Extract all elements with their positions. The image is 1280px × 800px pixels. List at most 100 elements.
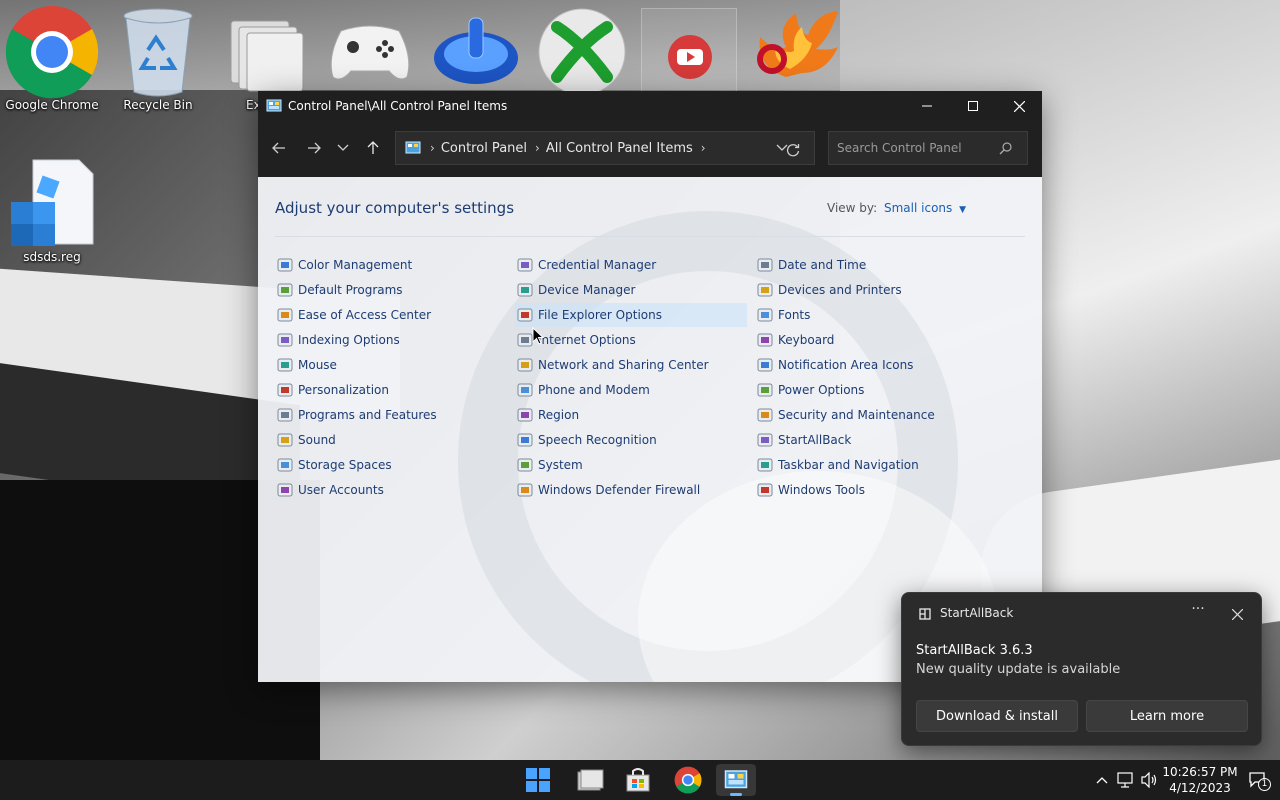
taskbar-file-explorer[interactable] — [570, 764, 610, 796]
taskbar-store[interactable] — [618, 764, 658, 796]
show-hidden-icons-button[interactable] — [1092, 770, 1112, 790]
recent-locations-button[interactable] — [330, 133, 356, 163]
cp-item-label: Keyboard — [778, 333, 835, 347]
clock-date: 4/12/2023 — [1169, 781, 1231, 795]
chevron-right-icon[interactable]: › — [535, 141, 540, 155]
volume-button[interactable] — [1140, 770, 1160, 790]
cp-item-startallback[interactable]: StartAllBack — [755, 428, 987, 452]
cp-item-credential-manager[interactable]: Credential Manager — [515, 253, 747, 277]
cp-item-sound[interactable]: Sound — [275, 428, 507, 452]
close-button[interactable] — [996, 91, 1042, 121]
toast-more-button[interactable]: ··· — [1186, 601, 1210, 625]
arrow-right-icon — [308, 142, 321, 154]
desktop-icon-recycle-bin[interactable]: Recycle Bin — [110, 4, 206, 112]
credential-manager-icon — [517, 258, 533, 272]
arrow-up-icon — [367, 141, 379, 154]
speech-recognition-icon — [517, 433, 533, 447]
back-button[interactable] — [264, 133, 294, 163]
network-button[interactable] — [1116, 770, 1136, 790]
refresh-button[interactable] — [786, 142, 804, 160]
toast-app-name: StartAllBack — [940, 606, 1014, 620]
cp-item-taskbar-and-navigation[interactable]: Taskbar and Navigation — [755, 453, 987, 477]
cp-item-power-options[interactable]: Power Options — [755, 378, 987, 402]
file-explorer-icon — [577, 769, 604, 791]
cp-item-devices-and-printers[interactable]: Devices and Printers — [755, 278, 987, 302]
desktop-icon-xbox[interactable] — [534, 4, 630, 98]
cp-item-indexing-options[interactable]: Indexing Options — [275, 328, 507, 352]
address-bar[interactable]: › Control Panel › All Control Panel Item… — [395, 131, 815, 165]
desktop-icon-google-chrome[interactable]: Google Chrome — [4, 4, 100, 112]
cp-item-windows-tools[interactable]: Windows Tools — [755, 478, 987, 502]
control-panel-icon — [405, 141, 421, 154]
cp-item-notification-area-icons[interactable]: Notification Area Icons — [755, 353, 987, 377]
user-accounts-icon — [277, 483, 293, 497]
page-heading: Adjust your computer's settings — [275, 199, 515, 217]
cp-item-ease-of-access-center[interactable]: Ease of Access Center — [275, 303, 507, 327]
maximize-button[interactable] — [950, 91, 996, 121]
personalization-icon — [277, 383, 293, 397]
close-icon — [1013, 100, 1025, 112]
cp-item-windows-defender-firewall[interactable]: Windows Defender Firewall — [515, 478, 747, 502]
startallback-notification[interactable]: StartAllBack ··· StartAllBack 3.6.3 New … — [901, 592, 1262, 746]
region-icon — [517, 408, 533, 422]
desktop-icon-phoenix[interactable] — [746, 4, 842, 98]
learn-more-button[interactable]: Learn more — [1086, 700, 1248, 732]
cp-item-label: Network and Sharing Center — [538, 358, 709, 372]
breadcrumb-control-panel[interactable]: Control Panel — [441, 141, 527, 156]
startallback-icon — [757, 433, 773, 447]
title-bar[interactable]: Control Panel\All Control Panel Items — [258, 91, 1042, 121]
download-install-button[interactable]: Download & install — [916, 700, 1078, 732]
cp-item-speech-recognition[interactable]: Speech Recognition — [515, 428, 747, 452]
taskbar-clock[interactable]: 10:26:57 PM 4/12/2023 — [1160, 764, 1240, 796]
start-button[interactable] — [518, 764, 558, 796]
desktop-icon-xbox-controller[interactable] — [322, 4, 418, 98]
taskbar-navigation-icon — [757, 458, 773, 472]
view-by-dropdown[interactable]: Small icons ▼ — [884, 201, 966, 215]
cp-item-color-management[interactable]: Color Management — [275, 253, 507, 277]
cp-item-label: Device Manager — [538, 283, 636, 297]
breadcrumb-all-items[interactable]: All Control Panel Items — [546, 141, 693, 156]
cp-item-file-explorer-options[interactable]: File Explorer Options — [515, 303, 747, 327]
cp-item-date-and-time[interactable]: Date and Time — [755, 253, 987, 277]
storage-spaces-icon — [277, 458, 293, 472]
toast-title: StartAllBack 3.6.3 — [916, 643, 1033, 658]
cp-item-keyboard[interactable]: Keyboard — [755, 328, 987, 352]
cp-item-device-manager[interactable]: Device Manager — [515, 278, 747, 302]
system-icon — [517, 458, 533, 472]
cp-item-label: Taskbar and Navigation — [778, 458, 919, 472]
phone-modem-icon — [517, 383, 533, 397]
cp-item-system[interactable]: System — [515, 453, 747, 477]
chrome-icon — [674, 766, 702, 794]
notification-center-button[interactable]: 1 — [1248, 770, 1271, 791]
toast-close-button[interactable] — [1226, 603, 1248, 625]
cp-item-label: Default Programs — [298, 283, 403, 297]
cp-item-region[interactable]: Region — [515, 403, 747, 427]
cp-item-security-and-maintenance[interactable]: Security and Maintenance — [755, 403, 987, 427]
cp-item-mouse[interactable]: Mouse — [275, 353, 507, 377]
desktop-icon-label: Google Chrome — [5, 98, 99, 112]
cp-item-programs-and-features[interactable]: Programs and Features — [275, 403, 507, 427]
minimize-button[interactable] — [904, 91, 950, 121]
chevron-right-icon[interactable]: › — [701, 141, 706, 155]
desktop-icon-label: sdsds.reg — [23, 250, 81, 264]
taskbar-chrome[interactable] — [668, 764, 708, 796]
forward-button[interactable] — [299, 133, 329, 163]
cp-item-user-accounts[interactable]: User Accounts — [275, 478, 507, 502]
desktop-icon-blue-power[interactable] — [428, 4, 524, 98]
up-button[interactable] — [358, 133, 388, 163]
desktop-icon-sdsds-reg[interactable]: sdsds.reg — [4, 156, 100, 264]
cp-item-fonts[interactable]: Fonts — [755, 303, 987, 327]
cp-item-personalization[interactable]: Personalization — [275, 378, 507, 402]
taskbar-control-panel[interactable] — [716, 764, 756, 796]
search-icon[interactable] — [999, 141, 1012, 155]
cp-item-network-and-sharing-center[interactable]: Network and Sharing Center — [515, 353, 747, 377]
mouse-cursor-icon — [532, 327, 544, 345]
cp-item-phone-and-modem[interactable]: Phone and Modem — [515, 378, 747, 402]
search-box[interactable] — [828, 131, 1028, 165]
cp-item-internet-options[interactable]: Internet Options — [515, 328, 747, 352]
close-icon — [1231, 608, 1243, 620]
search-input[interactable] — [829, 141, 999, 155]
cp-item-storage-spaces[interactable]: Storage Spaces — [275, 453, 507, 477]
xbox-icon — [534, 4, 630, 100]
cp-item-default-programs[interactable]: Default Programs — [275, 278, 507, 302]
